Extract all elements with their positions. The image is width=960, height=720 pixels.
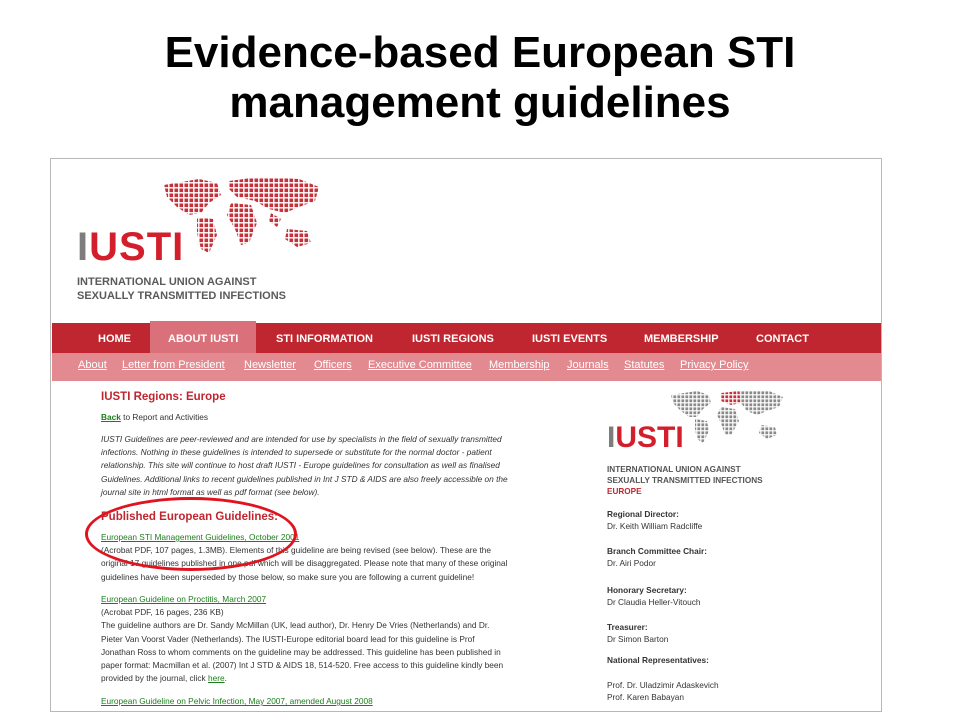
nav-home[interactable]: HOME [98, 323, 131, 353]
guideline-2-text: Jonathan Ross to whom comments on the gu… [101, 646, 501, 657]
regional-director: Dr. Keith William Radcliffe [607, 521, 703, 531]
subnav-about[interactable]: About [78, 359, 107, 371]
nav-membership[interactable]: MEMBERSHIP [644, 323, 719, 353]
sidebar-region: EUROPE [607, 487, 642, 496]
guideline-1-text: guidelines have been superseded by those… [101, 571, 475, 582]
treasurer-label: Treasurer: [607, 622, 648, 632]
sub-nav: About Letter from President Newsletter O… [52, 353, 881, 381]
guideline-2-meta: (Acrobat PDF, 16 pages, 236 KB) [101, 607, 224, 618]
logo-subtitle-line2: SEXUALLY TRANSMITTED INFECTIONS [77, 290, 287, 302]
sidebar-logo: IUSTI [607, 421, 684, 454]
branch-chair: Dr. Airi Podor [607, 558, 656, 568]
guideline-2-text: The guideline authors are Dr. Sandy McMi… [101, 620, 490, 631]
subnav-privacy-policy[interactable]: Privacy Policy [680, 359, 748, 371]
sidebar-logo-subtitle: INTERNATIONAL UNION AGAINST SEXUALLY TRA… [607, 465, 763, 486]
nav-contact[interactable]: CONTACT [756, 323, 809, 353]
here-link[interactable]: here [208, 673, 225, 683]
subnav-executive-committee[interactable]: Executive Committee [368, 359, 472, 371]
national-reps-label: National Representatives: [607, 655, 709, 665]
national-rep: Prof. Karen Babayan [607, 692, 685, 702]
national-rep: Prof. Dr. Uladzimir Adaskevich [607, 680, 719, 690]
nav-iusti-events[interactable]: IUSTI EVENTS [532, 323, 607, 353]
nav-iusti-regions[interactable]: IUSTI REGIONS [412, 323, 494, 353]
website-screenshot: IUSTI INTERNATIONAL UNION AGAINST SEXUAL… [50, 158, 882, 712]
nav-about-iusti[interactable]: ABOUT IUSTI [168, 323, 238, 353]
sidebar-logo-subtitle-line2: SEXUALLY TRANSMITTED INFECTIONS [607, 475, 763, 485]
intro-line: infections. Nothing in these guidelines … [101, 447, 492, 458]
guideline-2-text: paper format: Macmillan et al. (2007) In… [101, 660, 504, 671]
slide-title-line1: Evidence-based European STI [164, 28, 796, 77]
subnav-membership[interactable]: Membership [489, 359, 550, 371]
subnav-journals[interactable]: Journals [567, 359, 609, 371]
main-nav: HOME ABOUT IUSTI STI INFORMATION IUSTI R… [52, 321, 881, 353]
branch-chair-label: Branch Committee Chair: [607, 546, 708, 556]
nav-sti-information[interactable]: STI INFORMATION [276, 323, 373, 353]
intro-line: IUSTI Guidelines are peer-reviewed and a… [101, 434, 502, 444]
slide-title-line2: management guidelines [229, 78, 731, 127]
subnav-letter-from-president[interactable]: Letter from President [122, 359, 225, 371]
sidebar-world-map-icon [671, 391, 783, 443]
guideline-2-text-end: provided by the journal, click [101, 673, 206, 684]
logo-subtitle: INTERNATIONAL UNION AGAINST SEXUALLY TRA… [77, 275, 286, 303]
guideline-2-text: provided by the journal, click here. [101, 673, 227, 684]
annotation-ellipse [85, 497, 297, 571]
world-map-icon [164, 177, 319, 253]
intro-paragraph: IUSTI Guidelines are peer-reviewed and a… [101, 433, 553, 499]
guideline-2-link[interactable]: European Guideline on Proctitis, March 2… [101, 593, 553, 606]
subnav-statutes[interactable]: Statutes [624, 359, 664, 371]
guideline-2-text: Pieter Van Voorst Vader (Netherlands). T… [101, 633, 475, 644]
back-suffix: to Report and Activities [120, 412, 209, 422]
guideline-3-link[interactable]: European Guideline on Pelvic Infection, … [101, 695, 553, 708]
regional-director-label: Regional Director: [607, 509, 679, 519]
logo-text: IUSTI [77, 225, 185, 269]
hon-secretary: Dr Claudia Heller-Vitouch [607, 597, 701, 607]
logo-subtitle-line1: INTERNATIONAL UNION AGAINST [77, 276, 257, 288]
guideline-2: European Guideline on Proctitis, March 2… [101, 593, 553, 685]
back-link[interactable]: Back [101, 412, 121, 422]
sidebar-logo-subtitle-line1: INTERNATIONAL UNION AGAINST [607, 465, 741, 474]
guideline-3: European Guideline on Pelvic Infection, … [101, 695, 553, 708]
content-page-title: IUSTI Regions: Europe [101, 391, 226, 403]
site-header: IUSTI INTERNATIONAL UNION AGAINST SEXUAL… [51, 159, 881, 324]
back-line: Back to Report and Activities [101, 411, 553, 424]
subnav-officers[interactable]: Officers [314, 359, 352, 371]
site-logo[interactable]: IUSTI [77, 225, 184, 270]
intro-line: relationship. This site will continue to… [101, 460, 500, 471]
intro-line: Guidelines. Additional links to recent g… [101, 473, 508, 484]
subnav-newsletter[interactable]: Newsletter [244, 359, 296, 371]
slide-title: Evidence-based European STI management g… [0, 28, 960, 128]
hon-secretary-label: Honorary Secretary: [607, 585, 687, 595]
treasurer: Dr Simon Barton [607, 634, 669, 644]
